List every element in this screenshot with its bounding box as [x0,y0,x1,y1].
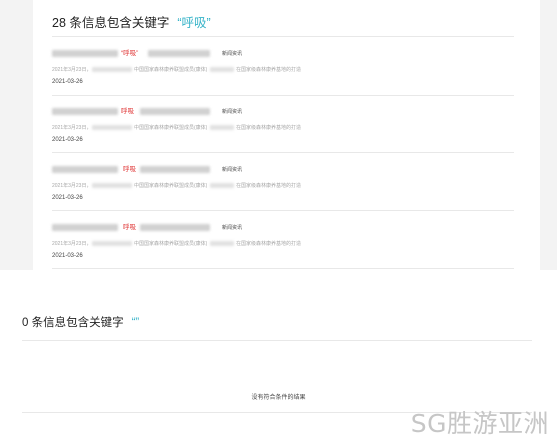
search-keyword: “” [131,317,140,329]
result-category[interactable]: 新闻资讯 [222,108,242,115]
result-title-highlight: 呼吸 [122,163,137,173]
result-category[interactable]: 新闻资讯 [222,166,242,173]
result-title-link[interactable]: 呼吸 [52,105,247,117]
result-title-link[interactable]: 呼吸 [52,163,247,175]
result-date: 2021-03-26 [52,253,83,259]
result-title-highlight: 呼吸 [120,105,135,115]
result-divider [52,152,514,153]
result-category[interactable]: 新闻资讯 [222,224,242,231]
empty-results-message: 没有符合条件的结果 [251,395,306,401]
results-count-text: 0 条信息包含关键字 [22,317,124,329]
search-result-item[interactable]: “呼吸” 新闻资讯 2021年3月23日， 中国国家森林康养联盟成员(康体) 在… [52,47,514,101]
result-category[interactable]: 新闻资讯 [222,50,242,57]
result-title-highlight: “呼吸” [120,47,140,57]
results-count-heading: 28 条信息包含关键字 “呼吸” [52,12,211,31]
result-title-link[interactable]: “呼吸” [52,47,247,59]
results-count-heading-2: 0 条信息包含关键字 “” [22,314,139,330]
heading-divider [22,340,532,341]
result-divider [52,210,514,211]
result-divider [52,268,514,269]
result-date: 2021-03-26 [52,195,83,201]
result-snippet: 2021年3月23日， 中国国家森林康养联盟成员(康体) 在国家级森林康养基地的… [52,241,302,247]
result-date: 2021-03-26 [52,79,83,85]
result-title-link[interactable]: 呼吸 [52,221,247,233]
result-title-highlight: 呼吸 [122,221,137,231]
search-keyword: “呼吸” [177,16,211,30]
results-count-text: 28 条信息包含关键字 [52,16,170,30]
result-divider [52,95,514,96]
result-snippet: 2021年3月23日， 中国国家森林康养联盟成员(康体) 在国家级森林康养基地的… [52,125,302,131]
result-date: 2021-03-26 [52,137,83,143]
heading-divider [52,36,514,37]
watermark: SG胜游亚洲 [410,409,549,438]
result-snippet: 2021年3月23日， 中国国家森林康养联盟成员(康体) 在国家级森林康养基地的… [52,183,302,189]
result-snippet: 2021年3月23日， 中国国家森林康养联盟成员(康体) 在国家级森林康养基地的… [52,67,302,73]
